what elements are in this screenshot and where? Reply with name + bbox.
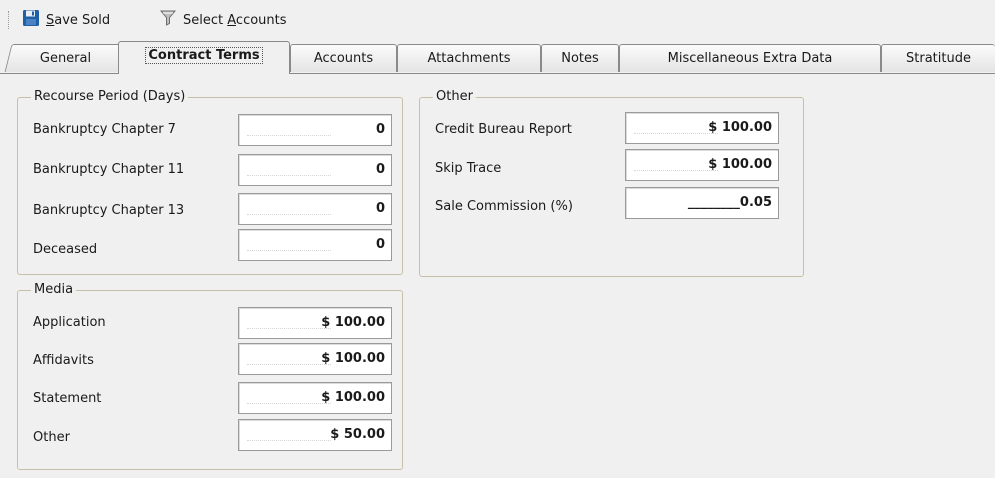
statement-input[interactable]: $ 100.00 [238,382,392,414]
tab-stratitude[interactable]: Stratitude [881,44,995,72]
tab-misc-label: Miscellaneous Extra Data [667,51,833,66]
funnel-icon [159,9,177,31]
other-group: Other Credit Bureau Report $ 100.00 Skip… [419,88,804,277]
deceased-label: Deceased [33,242,98,257]
affidavits-input[interactable]: $ 100.00 [238,343,392,375]
tab-accounts-label: Accounts [313,51,374,66]
statement-label: Statement [33,391,102,406]
credit-bureau-report-input[interactable]: $ 100.00 [625,112,779,144]
toolbar-grip[interactable] [8,11,10,29]
tab-general-label: General [39,51,91,66]
bankruptcy-chapter-11-label: Bankruptcy Chapter 11 [33,162,185,177]
tab-miscellaneous-extra-data[interactable]: Miscellaneous Extra Data [619,44,881,72]
application-input[interactable]: $ 100.00 [238,307,392,339]
sale-commission-input[interactable]: ________0.05 [625,187,779,219]
tab-notes-label: Notes [561,51,599,66]
other-title: Other [433,88,476,106]
bankruptcy-chapter-13-label: Bankruptcy Chapter 13 [33,203,185,218]
bankruptcy-chapter-7-input[interactable]: 0 [238,114,392,146]
recourse-period-group: Recourse Period (Days) Bankruptcy Chapte… [17,88,403,275]
tab-attachments[interactable]: Attachments [397,44,541,72]
bankruptcy-chapter-7-label: Bankruptcy Chapter 7 [33,122,176,137]
save-sold-button[interactable]: Save Sold [22,8,110,32]
skip-trace-label: Skip Trace [435,161,502,176]
tab-contract-terms-label: Contract Terms [145,47,263,64]
skip-trace-input[interactable]: $ 100.00 [625,149,779,181]
affidavits-label: Affidavits [33,353,94,368]
tab-notes[interactable]: Notes [541,44,619,72]
sale-commission-label: Sale Commission (%) [435,199,573,214]
select-accounts-button[interactable]: Select Accounts [159,8,287,32]
floppy-disk-icon [22,9,40,31]
save-sold-label: Save Sold [46,12,111,28]
media-group: Media Application $ 100.00 Affidavits $ … [17,281,403,470]
application-label: Application [33,315,106,330]
bankruptcy-chapter-13-input[interactable]: 0 [238,193,392,225]
other-media-label: Other [33,430,70,445]
tab-accounts[interactable]: Accounts [290,44,397,72]
bankruptcy-chapter-11-input[interactable]: 0 [238,154,392,186]
select-accounts-label: Select Accounts [183,12,287,28]
tab-strip: General Contract Terms Accounts Attachme… [0,40,995,74]
toolbar: Save Sold Select Accounts [0,0,995,40]
tab-stratitude-label: Stratitude [906,51,971,66]
tab-contract-terms[interactable]: Contract Terms [118,41,290,74]
recourse-period-title: Recourse Period (Days) [31,88,189,106]
tab-attachments-label: Attachments [427,51,511,66]
credit-bureau-report-label: Credit Bureau Report [435,122,572,137]
other-media-input[interactable]: $ 50.00 [238,419,392,451]
deceased-input[interactable]: 0 [238,229,392,261]
tab-general[interactable]: General [4,44,127,72]
media-title: Media [31,281,77,299]
